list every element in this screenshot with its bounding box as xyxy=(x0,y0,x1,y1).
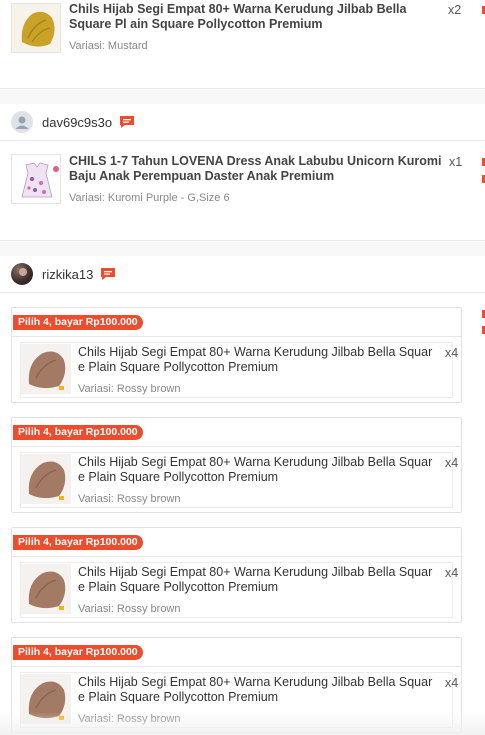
chat-icon[interactable] xyxy=(100,267,116,281)
avatar[interactable] xyxy=(11,111,33,133)
promo-badge: Pilih 4, bayar Rp100.000 xyxy=(13,425,143,440)
avatar[interactable] xyxy=(11,263,33,285)
order-item[interactable]: Chils Hijab Segi Empat 80+ Warna Kerudun… xyxy=(0,0,485,88)
product-variant: Variasi: Rossy brown xyxy=(78,603,181,615)
order-item[interactable]: Chils Hijab Segi Empat 80+ Warna Kerudun… xyxy=(20,452,458,508)
divider xyxy=(12,666,461,667)
shop-header[interactable]: dav69c9s3o xyxy=(0,104,485,140)
shop-header[interactable]: rizkika13 xyxy=(0,256,485,292)
order-item[interactable]: Chils Hijab Segi Empat 80+ Warna Kerudun… xyxy=(20,342,458,398)
promo-badge: Pilih 4, bayar Rp100.000 xyxy=(13,645,143,660)
section-divider xyxy=(0,88,485,104)
order-item[interactable]: Chils Hijab Segi Empat 80+ Warna Kerudun… xyxy=(20,562,458,618)
default-user-icon xyxy=(15,116,29,129)
shop-name[interactable]: dav69c9s3o xyxy=(42,115,112,130)
divider xyxy=(12,556,461,557)
product-quantity: x4 xyxy=(445,346,459,360)
product-title[interactable]: Chils Hijab Segi Empat 80+ Warna Kerudun… xyxy=(69,2,441,32)
product-quantity: x4 xyxy=(445,456,459,470)
product-title[interactable]: Chils Hijab Segi Empat 80+ Warna Kerudun… xyxy=(78,675,438,705)
product-title[interactable]: CHILS 1-7 Tahun LOVENA Dress Anak Labubu… xyxy=(69,154,445,184)
product-thumbnail[interactable] xyxy=(11,154,61,204)
product-title[interactable]: Chils Hijab Segi Empat 80+ Warna Kerudun… xyxy=(78,455,438,485)
product-thumbnail[interactable] xyxy=(21,564,71,614)
divider xyxy=(0,292,485,293)
product-variant: Variasi: Rossy brown xyxy=(78,383,181,395)
product-variant: Variasi: Kuromi Purple - G,Size 6 xyxy=(69,192,230,204)
product-variant: Variasi: Rossy brown xyxy=(78,493,181,505)
product-thumbnail[interactable] xyxy=(21,344,71,394)
product-thumbnail[interactable] xyxy=(21,454,71,504)
profile-photo xyxy=(19,268,27,276)
bundle-card[interactable]: Pilih 4, bayar Rp100.000 Chils Hijab Seg… xyxy=(11,307,462,403)
divider xyxy=(12,446,461,447)
product-quantity: x4 xyxy=(445,566,459,580)
product-title[interactable]: Chils Hijab Segi Empat 80+ Warna Kerudun… xyxy=(78,565,438,595)
bundle-card[interactable]: Pilih 4, bayar Rp100.000 Chils Hijab Seg… xyxy=(11,527,462,623)
order-item[interactable]: CHILS 1-7 Tahun LOVENA Dress Anak Labubu… xyxy=(0,141,485,240)
product-thumbnail[interactable] xyxy=(11,3,61,53)
shop-name[interactable]: rizkika13 xyxy=(42,267,93,282)
product-quantity: x1 xyxy=(449,155,463,169)
chat-icon[interactable] xyxy=(119,115,135,129)
divider xyxy=(12,336,461,337)
promo-badge: Pilih 4, bayar Rp100.000 xyxy=(13,535,143,550)
section-divider xyxy=(0,240,485,256)
promo-badge: Pilih 4, bayar Rp100.000 xyxy=(13,315,143,330)
bundle-card[interactable]: Pilih 4, bayar Rp100.000 Chils Hijab Seg… xyxy=(11,417,462,513)
product-variant: Variasi: Mustard xyxy=(69,40,148,52)
bottom-fade xyxy=(0,712,485,735)
product-quantity: x2 xyxy=(448,3,462,17)
product-title[interactable]: Chils Hijab Segi Empat 80+ Warna Kerudun… xyxy=(78,345,438,375)
product-quantity: x4 xyxy=(445,676,459,690)
